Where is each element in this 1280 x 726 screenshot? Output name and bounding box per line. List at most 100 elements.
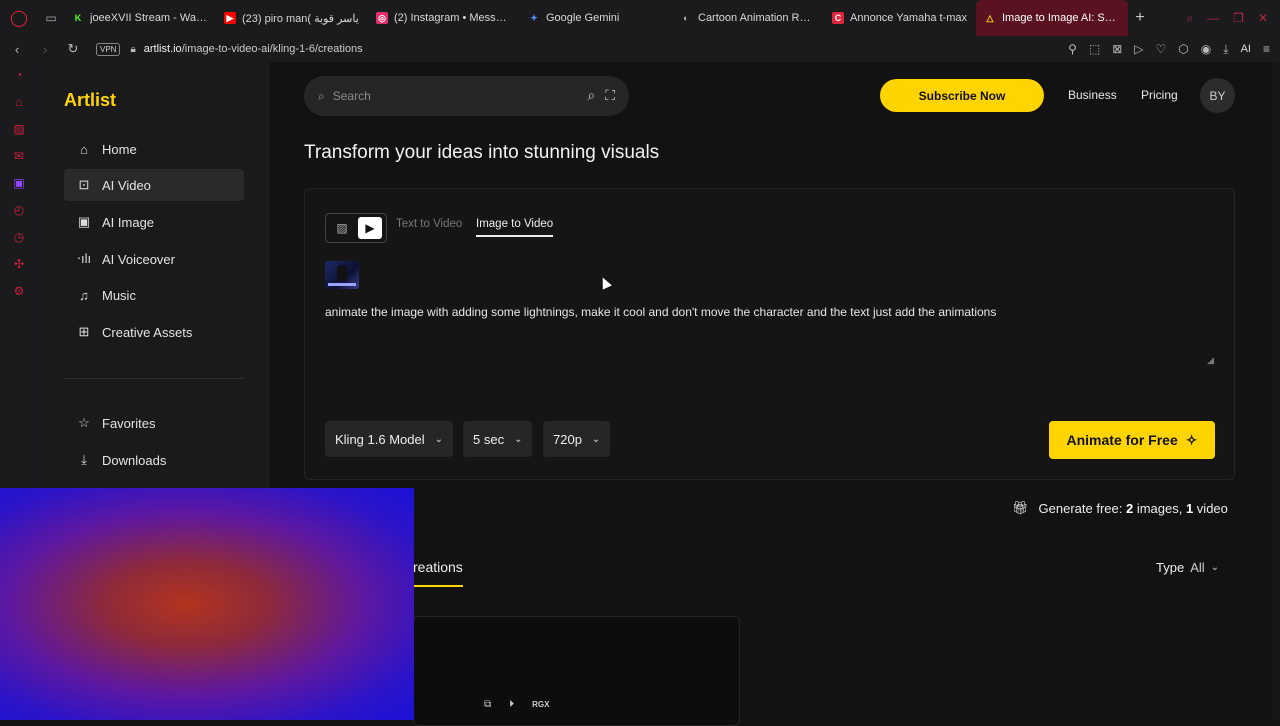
play-icon[interactable]: ⏵ [509, 699, 514, 710]
maximize-icon[interactable]: ❐ [1233, 11, 1244, 25]
aria-ai-button[interactable]: AI [1241, 43, 1251, 55]
download-icon: ⤓ [81, 452, 87, 467]
back-icon[interactable]: ‹ [6, 42, 28, 57]
chatgpt-icon: ◐ [683, 13, 689, 23]
card-badge: RGX [532, 700, 550, 709]
thumbnail-caption [328, 283, 356, 286]
new-tab-icon[interactable]: + [1128, 0, 1152, 36]
browser-tab[interactable]: ◐ Cartoon Animation Requ [672, 0, 824, 36]
adblock-icon[interactable]: ⊠ [1112, 42, 1122, 56]
prompt-textarea[interactable]: animate the image with adding some light… [325, 305, 1215, 319]
profile-icon[interactable]: ◉ [1201, 42, 1211, 56]
tab-creations[interactable]: reations [413, 559, 463, 587]
menu-icon[interactable]: ≡ [1263, 42, 1270, 56]
download-icon[interactable]: ⤓ [1223, 42, 1228, 57]
sidebar-item-home[interactable]: ⌂ Home [64, 133, 244, 165]
browser-tab-active[interactable]: △Image to Image AI: Smart A [976, 0, 1128, 36]
image-mode-icon[interactable]: ▨ [330, 217, 354, 239]
card-controls: ⧉ ⏵ RGX [484, 699, 549, 710]
sidebar-item-ai-video[interactable]: ⊡ AI Video [64, 169, 244, 201]
clock-icon[interactable]: ◷ [12, 230, 26, 244]
snapshot-icon[interactable]: ⬚ [1089, 42, 1100, 56]
artlist-logo[interactable]: Artlist [64, 90, 116, 111]
forward-icon[interactable]: › [34, 42, 56, 57]
history-icon[interactable]: ◴ [12, 203, 26, 217]
creation-card[interactable]: ⧉ ⏵ RGX [413, 616, 740, 726]
uploaded-image-thumbnail[interactable] [325, 261, 359, 289]
sidebar-item-music[interactable]: ♫ Music [64, 279, 244, 311]
webcam-overlay [0, 488, 414, 720]
browser-tab[interactable]: ✦ Google Gemini [520, 0, 672, 36]
thumbnail-figure [337, 265, 347, 281]
browser-tab-bar: ◯ ▭ KjoeeXVII Stream - Watch ▶ (23) piro … [0, 0, 1280, 36]
vpn-badge[interactable]: VPN [96, 42, 121, 56]
reload-icon[interactable]: ↻ [62, 41, 84, 57]
browser-tab[interactable]: C Annonce Yamaha t-max [824, 0, 976, 36]
instagram-icon: ◎ [376, 12, 388, 24]
minimize-icon[interactable]: — [1207, 11, 1219, 25]
ai-image-icon: ▣ [77, 214, 91, 229]
player-icon[interactable]: ▷ [1134, 42, 1143, 56]
tab-text-to-video[interactable]: Text to Video [396, 218, 462, 230]
visual-search-icon[interactable]: ⛶ [605, 87, 615, 104]
subscribe-button[interactable]: Subscribe Now [880, 79, 1044, 112]
business-link[interactable]: Business [1068, 88, 1117, 102]
extensions-rail-icon[interactable]: ✣ [12, 257, 26, 271]
extensions-icon[interactable]: ⬡ [1178, 42, 1188, 56]
opera-logo-icon[interactable]: ◯ [0, 0, 38, 36]
sidebar-divider [64, 378, 244, 379]
url-field[interactable]: artlist.io/image-to-video-ai/kling-1-6/c… [144, 43, 363, 55]
free-generations-info: 🎁︎ Generate free: 2 images, 1 video [1012, 500, 1228, 516]
tab-islands-icon[interactable]: ▭ [38, 0, 64, 36]
browser-tab[interactable]: ◎ (2) Instagram • Message [368, 0, 520, 36]
home-icon: ⌂ [80, 141, 88, 157]
heart-icon[interactable]: ♡ [1156, 42, 1167, 56]
workspace-icon[interactable]: ⌂ [12, 95, 26, 109]
resolution-dropdown[interactable]: 720p ⌄ [543, 421, 611, 457]
browser-tab[interactable]: ▶ (23) piro man( ياسر قوية [216, 0, 368, 36]
duration-dropdown[interactable]: 5 sec ⌄ [463, 421, 533, 457]
sidebar-item-favorites[interactable]: ☆ Favorites [64, 407, 244, 439]
chevron-down-icon: ⌄ [591, 433, 601, 445]
chevron-down-icon: ⌄ [514, 433, 523, 445]
pin-icon[interactable]: ⚲ [1068, 42, 1077, 56]
settings-icon[interactable]: ⚙ [12, 284, 26, 298]
waveform-icon: ⋅ılı [76, 251, 92, 266]
search-placeholder: Search [332, 89, 371, 103]
animate-button[interactable]: Animate for Free ✧ [1049, 421, 1215, 459]
speed-dial-icon[interactable]: ◔ [12, 68, 26, 82]
pricing-link[interactable]: Pricing [1141, 88, 1178, 102]
browser-tab[interactable]: KjoeeXVII Stream - Watch [64, 0, 216, 36]
search-input[interactable]: ⌕ Search ⌕ ⛶ [304, 76, 629, 116]
sidebar-item-downloads[interactable]: ⤓ Downloads [64, 444, 244, 476]
site-favicon-icon: C [832, 12, 844, 24]
model-dropdown[interactable]: Kling 1.6 Model ⌄ [325, 421, 454, 457]
resize-handle-icon[interactable]: ◢ [1207, 355, 1214, 366]
sidebar-item-ai-voiceover[interactable]: ⋅ılı AI Voiceover [64, 243, 244, 275]
sidebar-item-ai-image[interactable]: ▣ AI Image [64, 206, 244, 238]
browser-toolbar: ⚲ ⬚ ⊠ ▷ ♡ ⬡ ◉ ⤓ AI ≡ [1068, 36, 1270, 62]
grid-icon: ⊞ [78, 324, 90, 339]
close-icon[interactable]: ✕ [1258, 11, 1268, 25]
type-filter[interactable]: Type All ⌄ [1156, 560, 1219, 575]
sidebar-item-creative-assets[interactable]: ⊞ Creative Assets [64, 316, 244, 348]
bookmark-icon[interactable]: ▨ [12, 122, 26, 136]
page-scrollbar[interactable] [1272, 62, 1280, 720]
generator-card: ▨ ▶ Text to Video Image to Video animate… [304, 188, 1235, 480]
lock-icon[interactable]: 🔒︎ [130, 44, 135, 55]
search-submit-icon[interactable]: ⌕ [587, 87, 595, 104]
star-icon: ☆ [78, 415, 90, 430]
pip-icon[interactable]: ⧉ [484, 699, 491, 710]
avatar[interactable]: BY [1200, 78, 1235, 113]
video-mode-icon[interactable]: ▶ [358, 217, 382, 239]
tab-image-to-video[interactable]: Image to Video [476, 218, 554, 237]
gift-icon: 🎁︎ [1012, 500, 1029, 515]
mode-toggle: ▨ ▶ [325, 213, 387, 243]
music-icon: ♫ [79, 287, 89, 303]
twitch-icon[interactable]: ▣ [12, 176, 26, 190]
messenger-icon[interactable]: ✉ [12, 149, 26, 163]
search-tabs-icon[interactable]: ⌕ [1186, 11, 1193, 26]
search-icon: ⌕ [318, 88, 325, 103]
chevron-down-icon: ⌄ [1210, 562, 1220, 573]
main-content: ⌕ Search ⌕ ⛶ Subscribe Now Business Pric… [270, 62, 1280, 726]
